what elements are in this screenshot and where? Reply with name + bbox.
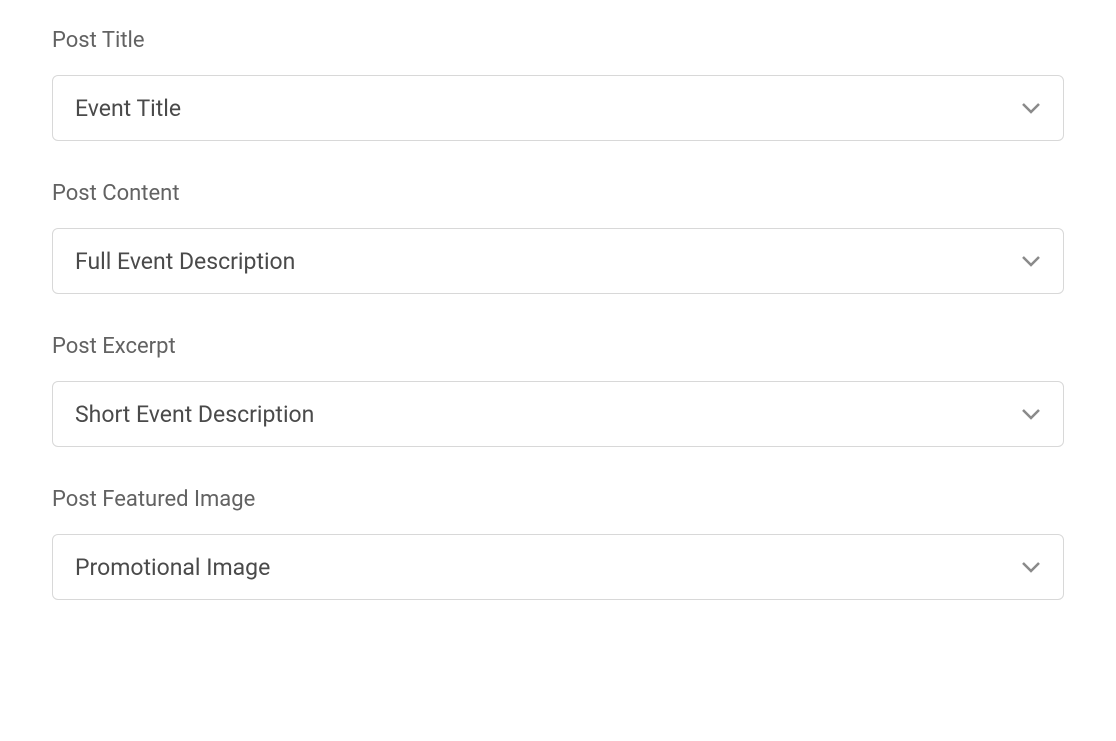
select-value-post-excerpt: Short Event Description — [75, 401, 314, 428]
select-post-title[interactable]: Event Title — [52, 75, 1064, 141]
field-group-post-featured-image: Post Featured Image Promotional Image — [52, 487, 1064, 600]
select-post-excerpt[interactable]: Short Event Description — [52, 381, 1064, 447]
form-container: Post Title Event Title Post Content Full… — [0, 0, 1116, 741]
field-label-post-title: Post Title — [52, 28, 1064, 53]
select-post-content[interactable]: Full Event Description — [52, 228, 1064, 294]
select-post-featured-image[interactable]: Promotional Image — [52, 534, 1064, 600]
field-group-post-content: Post Content Full Event Description — [52, 181, 1064, 294]
field-label-post-featured-image: Post Featured Image — [52, 487, 1064, 512]
chevron-down-icon — [1021, 251, 1041, 271]
chevron-down-icon — [1021, 404, 1041, 424]
field-group-post-title: Post Title Event Title — [52, 28, 1064, 141]
field-group-post-excerpt: Post Excerpt Short Event Description — [52, 334, 1064, 447]
select-value-post-content: Full Event Description — [75, 248, 295, 275]
field-label-post-content: Post Content — [52, 181, 1064, 206]
chevron-down-icon — [1021, 557, 1041, 577]
select-value-post-featured-image: Promotional Image — [75, 554, 270, 581]
field-label-post-excerpt: Post Excerpt — [52, 334, 1064, 359]
chevron-down-icon — [1021, 98, 1041, 118]
select-value-post-title: Event Title — [75, 95, 181, 122]
